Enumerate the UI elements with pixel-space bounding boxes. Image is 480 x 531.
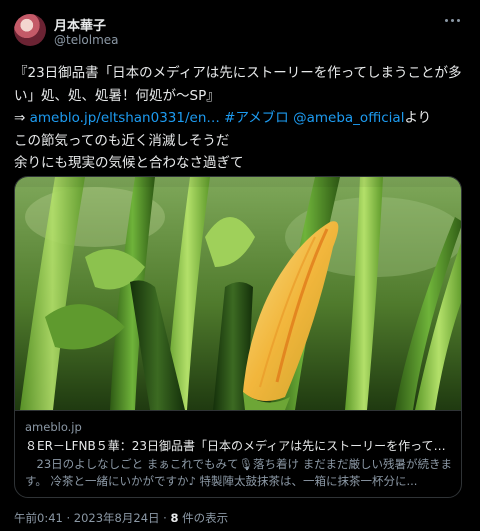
- card-domain: ameblo.jp: [25, 420, 82, 434]
- tweet-text-line-2: い」処、処、処暑！何処が〜SP』: [14, 87, 220, 104]
- tweet-text-line-3: ⇒ ameblo.jp/eltshan0331/en… #アメブロ @ameba…: [14, 107, 470, 130]
- tweet-text-line-1: 『23日御品書「日本のメディアは先にストーリーを作ってしまうことが多: [14, 65, 462, 81]
- tweet-meta: 午前0:41 · 2023年8月24日 · 8 件の表示: [14, 510, 228, 526]
- mention-suffix: より: [404, 110, 432, 126]
- card-description: 23日のよしなしごと まぁこれでもみて🎙落ち着け まだまだ厳しい残暑が続きます。…: [25, 457, 452, 488]
- tweet-text-line-4: この節気ってのも近く消滅しそうだ: [14, 132, 230, 149]
- card-info[interactable]: ameblo.jp ８ER－LFNB５華：23日御品書「日本のメディアは先にスト…: [15, 410, 461, 497]
- more-options-icon[interactable]: [442, 12, 462, 28]
- card-image-zucchini-flower[interactable]: [15, 177, 461, 410]
- link-preview-card[interactable]: ameblo.jp ８ER－LFNB５華：23日御品書「日本のメディアは先にスト…: [14, 176, 462, 498]
- timestamp[interactable]: 午前0:41 · 2023年8月24日 ·: [14, 511, 170, 525]
- card-title[interactable]: ８ER－LFNB５華：23日御品書「日本のメディアは先にストーリーを作ってし..…: [25, 437, 453, 455]
- views-count: 8: [170, 511, 179, 525]
- tweet-text-line-5: 余りにも現実の気候と合わなさ過ぎて: [14, 155, 244, 171]
- tweet-text: 『23日御品書「日本のメディアは先にストーリーを作ってしまうことが多 い」処、処…: [14, 62, 470, 175]
- avatar[interactable]: [14, 14, 46, 46]
- hashtag-link[interactable]: #アメブロ: [224, 110, 289, 126]
- arrow-text: ⇒: [14, 110, 30, 126]
- author-display-name[interactable]: 月本華子: [54, 15, 106, 34]
- tweet-container: 月本華子 @telolmea 『23日御品書「日本のメディアは先にストーリーを作…: [0, 0, 480, 531]
- mention-link[interactable]: @ameba_official: [293, 110, 404, 126]
- tweet-link[interactable]: ameblo.jp/eltshan0331/en…: [30, 110, 220, 126]
- author-handle[interactable]: @telolmea: [54, 33, 119, 47]
- views-label: 件の表示: [178, 511, 229, 525]
